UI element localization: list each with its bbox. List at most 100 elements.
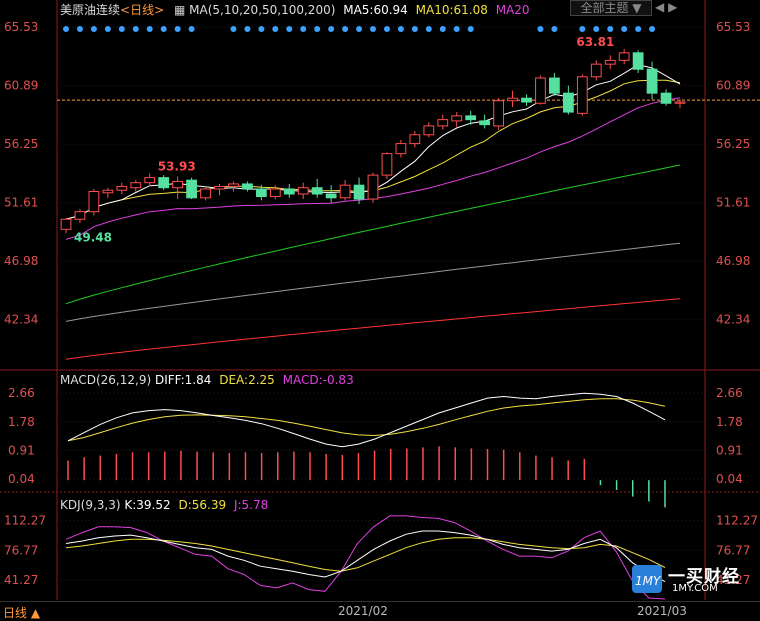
macd-dea-line — [67, 398, 666, 442]
instrument-name: 美原油连续 — [60, 3, 121, 17]
candle-body — [381, 153, 393, 176]
ma-params: MA(5,10,20,50,100,200) — [189, 3, 336, 17]
event-marker-dot — [397, 26, 404, 32]
theme-arrows[interactable]: ◀ ▶ — [655, 0, 677, 14]
kdj-tick-right: 112.27 — [716, 514, 758, 528]
theme-prev-icon[interactable]: ◀ — [655, 0, 664, 14]
theme-next-icon[interactable]: ▶ — [668, 0, 677, 14]
candle-body — [604, 59, 616, 65]
candle-body — [507, 97, 518, 102]
event-marker-dot — [621, 26, 628, 32]
svg-text:1MY: 1MY — [635, 574, 662, 588]
macd-diff-value: DIFF:1.84 — [154, 373, 212, 387]
candle-body — [214, 185, 225, 190]
macd-tick-right: 0.91 — [716, 443, 743, 457]
event-marker-dot — [649, 26, 656, 32]
candlestick-series — [60, 48, 686, 234]
candle-body — [437, 119, 449, 127]
macd-tick-right: 0.04 — [716, 472, 743, 486]
event-marker-dot — [551, 26, 558, 32]
ma200-line — [65, 298, 681, 360]
bottom-bar: 日线 ▲ 2021/02 2021/03 — [0, 601, 760, 620]
kdj-tick-left: 41.27 — [4, 573, 38, 587]
event-marker-dot — [467, 26, 474, 32]
event-marker-dot — [258, 26, 265, 32]
theme-button[interactable]: 全部主题 ▼ — [570, 0, 652, 16]
event-marker-dot — [286, 26, 293, 32]
candle-body — [269, 188, 281, 198]
kdj-tick-left: 112.27 — [4, 514, 46, 528]
candle-body — [88, 191, 100, 213]
macd-tick-left: 1.78 — [8, 415, 35, 429]
moving-average-lines — [65, 64, 681, 360]
candle-body — [74, 211, 86, 220]
price-tick-left: 42.34 — [4, 313, 38, 327]
candle-body — [632, 52, 644, 70]
event-marker-dot — [146, 26, 153, 32]
candle-body — [451, 115, 463, 122]
candle-body — [186, 179, 197, 199]
candle-body — [535, 77, 546, 104]
macd-dea-value: DEA:2.25 — [219, 373, 275, 387]
price-tick-right: 42.34 — [716, 313, 750, 327]
candle-body — [130, 182, 142, 189]
candle-body — [353, 184, 365, 200]
event-marker-dot — [90, 26, 97, 32]
event-marker-dot — [244, 26, 251, 32]
candle-body — [618, 52, 630, 61]
candle-body — [562, 92, 574, 113]
candle-body — [311, 187, 323, 195]
candle-body — [423, 125, 435, 136]
event-marker-dot — [118, 26, 125, 32]
candle-body — [297, 187, 309, 195]
event-marker-dot — [425, 26, 432, 32]
candle-body — [144, 177, 156, 184]
price-tick-right: 65.53 — [716, 20, 750, 34]
period-selector[interactable]: <日线> — [120, 3, 164, 17]
candle-body — [116, 185, 128, 191]
macd-tick-left: 0.91 — [8, 443, 35, 457]
candle-body — [367, 174, 379, 200]
candle-body — [200, 188, 211, 199]
kdj-header: KDJ(9,3,3) K:39.52 D:56.39 J:5.78 — [60, 498, 268, 512]
price-tick-left: 46.98 — [4, 254, 38, 268]
candle-body — [660, 92, 672, 104]
price-annotation: 63.81 — [576, 35, 614, 49]
macd-pane: 2.66 2.66 1.78 1.78 0.91 0.91 0.04 0.04 — [8, 386, 743, 508]
period-toggle[interactable]: 日线 ▲ — [3, 604, 40, 621]
candle-body — [590, 63, 602, 78]
candle-body — [172, 180, 184, 189]
price-tick-left: 51.61 — [4, 196, 38, 210]
candle-body — [409, 134, 421, 145]
event-marker-dot — [230, 26, 237, 32]
event-marker-dot — [579, 26, 586, 32]
event-marker-dot — [188, 26, 195, 32]
macd-header: MACD(26,12,9) DIFF:1.84 DEA:2.25 MACD:-0… — [60, 373, 354, 387]
event-marker-dot — [537, 26, 544, 32]
macd-params: MACD(26,12,9) — [60, 373, 152, 387]
event-marker-dot — [607, 26, 614, 32]
event-marker-dot — [370, 26, 376, 32]
candle-body — [493, 100, 504, 127]
price-tick-left: 60.89 — [4, 79, 38, 93]
candle-body — [325, 193, 337, 199]
event-marker-dot — [342, 26, 349, 32]
ma10-value: MA10:61.08 — [415, 3, 488, 17]
event-marker-dot — [314, 26, 321, 32]
macd-tick-right: 2.66 — [716, 386, 743, 400]
kdj-tick-left: 76.77 — [4, 543, 38, 557]
event-marker-dot — [104, 26, 111, 32]
event-marker-dot — [160, 26, 167, 32]
date-label-feb: 2021/02 — [338, 604, 388, 618]
event-marker-dot — [439, 26, 446, 32]
kdj-k-value: K:39.52 — [124, 498, 171, 512]
kdj-tick-right: 76.77 — [716, 543, 750, 557]
event-marker-dot — [174, 26, 181, 32]
kdj-j-value: J:5.78 — [233, 498, 269, 512]
ma-config-icon[interactable]: ▦ — [174, 3, 185, 17]
event-marker-dot — [635, 26, 642, 32]
kdj-d-value: D:56.39 — [178, 498, 227, 512]
candle-body — [283, 188, 295, 195]
price-tick-left: 56.25 — [4, 137, 38, 151]
macd-tick-left: 0.04 — [8, 472, 35, 486]
